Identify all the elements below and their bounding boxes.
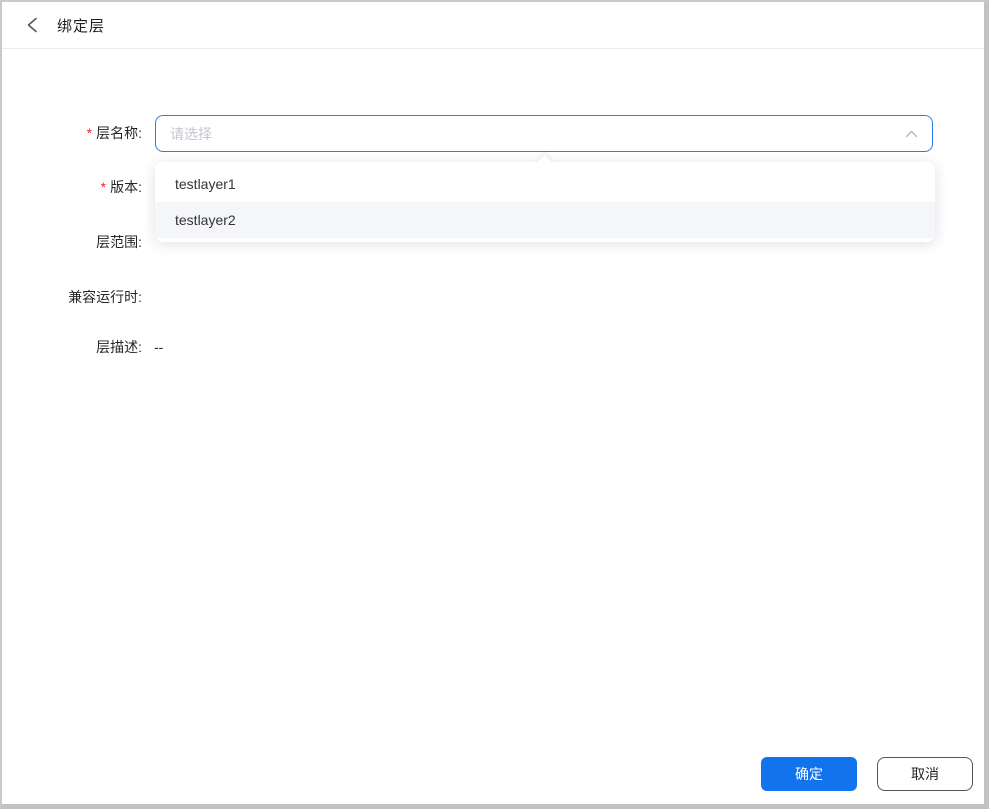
dropdown-option-testlayer1[interactable]: testlayer1	[155, 166, 935, 202]
layer-name-label-text: 层名称:	[96, 125, 142, 141]
page-title: 绑定层	[57, 17, 106, 35]
layer-name-dropdown: testlayer1 testlayer2	[155, 154, 935, 242]
page-header: 绑定层	[2, 2, 984, 49]
layer-name-label: * 层名称:	[2, 123, 142, 143]
layer-description-value: --	[154, 339, 164, 355]
dropdown-option-testlayer2[interactable]: testlayer2	[155, 202, 935, 238]
layer-scope-label: 层范围:	[2, 232, 142, 252]
back-icon[interactable]	[22, 15, 42, 35]
layer-name-select[interactable]: 请选择	[155, 115, 933, 152]
select-placeholder: 请选择	[170, 125, 212, 142]
chevron-left-icon	[27, 17, 37, 33]
required-asterisk: *	[100, 179, 107, 195]
required-asterisk: *	[86, 125, 93, 141]
cancel-button[interactable]: 取消	[877, 757, 973, 791]
compatible-runtime-label: 兼容运行时:	[2, 287, 142, 307]
layer-scope-label-text: 层范围:	[96, 234, 142, 250]
layer-description-label-text: 层描述:	[96, 339, 142, 355]
chevron-up-icon	[904, 127, 918, 141]
layer-description-label: 层描述:	[2, 337, 142, 357]
ok-button[interactable]: 确定	[761, 757, 857, 791]
version-label-text: 版本:	[110, 179, 142, 195]
version-label: * 版本:	[2, 177, 142, 197]
bind-layer-page: 绑定层 * 层名称: * 版本: 层范围: 兼容运行时: 层描述: -- 请选择 t…	[0, 0, 989, 809]
compatible-runtime-label-text: 兼容运行时:	[68, 289, 142, 305]
